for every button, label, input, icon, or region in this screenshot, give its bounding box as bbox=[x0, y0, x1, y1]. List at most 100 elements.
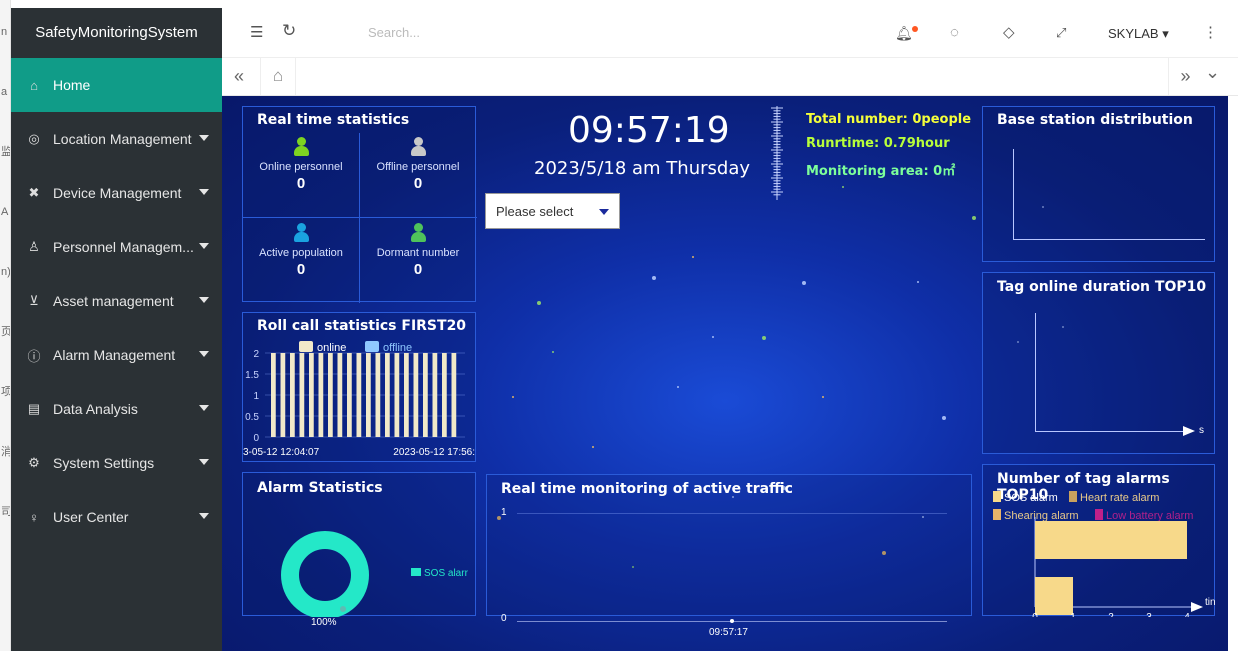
roll-y-tick: 1 bbox=[253, 391, 259, 402]
stat-value: 0 bbox=[413, 261, 423, 278]
real-time-statistics-panel: Real time statistics Online personnel 0 Of… bbox=[242, 106, 477, 303]
sidebar-item-label: User Center bbox=[53, 509, 129, 525]
menu-toggle-icon[interactable]: ☰ bbox=[250, 24, 263, 42]
tag-alarms-panel: Number of tag alarms TOP10 SOS alarm Hear… bbox=[982, 464, 1216, 617]
real-time-title: Real time statistics bbox=[257, 112, 410, 128]
stat-cell: Dormant number 0 bbox=[360, 223, 476, 278]
alarm-ring bbox=[281, 531, 369, 617]
sidebar-item-data-analysis[interactable]: ▤ Data Analysis bbox=[11, 382, 222, 436]
roll-bar bbox=[356, 353, 362, 437]
area-select[interactable]: Please select bbox=[485, 193, 620, 229]
stat-label: Dormant number bbox=[376, 247, 460, 259]
stat-value: 0 bbox=[296, 261, 306, 278]
select-caret-icon bbox=[599, 209, 609, 215]
brand-logo: SafetyMonitoringSystem bbox=[11, 8, 222, 58]
strip-char: 项 bbox=[1, 386, 11, 398]
alarm-x-tick: 1 bbox=[1070, 612, 1076, 617]
alarm-ring-chart bbox=[281, 531, 369, 617]
sidebar-item-asset-management[interactable]: ⊻ Asset management bbox=[11, 274, 222, 328]
decor-star bbox=[802, 281, 806, 285]
decor-star bbox=[822, 396, 824, 398]
decor-star bbox=[942, 416, 946, 420]
home-icon: ⌂ bbox=[30, 77, 38, 93]
base-x-axis bbox=[1013, 239, 1205, 240]
sidebar-item-label: Location Management bbox=[53, 131, 192, 147]
roll-call-panel: Roll call statistics FIRST20 online offl… bbox=[242, 312, 476, 462]
tab-dropdown-icon[interactable]: ⌄ bbox=[1205, 62, 1220, 83]
chevron-down-icon bbox=[199, 351, 209, 357]
tab-bar: « ⌂ » ⌄ bbox=[222, 58, 1238, 96]
runtime: Runrtime: 0.79hour bbox=[806, 136, 950, 151]
sidebar-item-user-center[interactable]: ♀ User Center bbox=[11, 490, 222, 544]
stat-label: Offline personnel bbox=[376, 161, 460, 173]
alarm-legend: SOS alarr bbox=[411, 568, 468, 579]
search-input[interactable]: Search... bbox=[368, 25, 420, 40]
tag-online-x-axis bbox=[1035, 431, 1185, 432]
sidebar-item-location-management[interactable]: ◎ Location Management bbox=[11, 112, 222, 166]
roll-bar bbox=[318, 353, 324, 437]
area-select-value: Please select bbox=[496, 204, 574, 219]
person-icon bbox=[294, 137, 309, 157]
roll-bar bbox=[347, 353, 352, 437]
stat-value: 0 bbox=[413, 175, 423, 192]
sidebar-item-label: Data Analysis bbox=[53, 401, 138, 417]
stat-value: 0 bbox=[296, 175, 306, 192]
more-icon[interactable]: ⋮ bbox=[1203, 24, 1218, 42]
roll-bar bbox=[337, 353, 343, 437]
decor-star bbox=[677, 386, 679, 388]
roll-bar bbox=[394, 353, 400, 437]
roll-bar bbox=[290, 353, 295, 437]
decor-star bbox=[552, 351, 554, 353]
tag-online-x-unit: s bbox=[1199, 425, 1204, 436]
home-tab[interactable]: ⌂ bbox=[260, 58, 296, 95]
location-icon: ◎ bbox=[28, 131, 40, 146]
decor-star bbox=[842, 186, 844, 188]
decor-star bbox=[512, 396, 514, 398]
decor-star bbox=[712, 336, 714, 338]
roll-bar bbox=[375, 353, 381, 437]
chevron-down-icon bbox=[199, 513, 209, 519]
dashboard: Real time statistics Online personnel 0 Of… bbox=[222, 96, 1228, 651]
alarm-x-tick: 3 bbox=[1146, 612, 1152, 617]
sidebar-item-personnel-managem[interactable]: ♙ Personnel Managem... bbox=[11, 220, 222, 274]
decor-star bbox=[692, 256, 694, 258]
roll-bar bbox=[309, 353, 314, 437]
sidebar-item-device-management[interactable]: ✖ Device Management bbox=[11, 166, 222, 220]
sidebar-item-alarm-management[interactable]: ⓘ Alarm Management bbox=[11, 328, 222, 382]
roll-bar bbox=[442, 353, 447, 437]
alarm-info-icon: ⓘ bbox=[27, 348, 41, 364]
refresh-icon[interactable]: ↻ bbox=[282, 22, 296, 40]
roll-bar bbox=[366, 353, 371, 437]
roll-y-tick: 2 bbox=[253, 349, 259, 360]
roll-bar bbox=[271, 353, 276, 437]
decor-star bbox=[537, 301, 541, 305]
chevron-down-icon bbox=[199, 135, 209, 141]
alarm-bar bbox=[1035, 577, 1073, 615]
tag-icon[interactable]: ◇ bbox=[1003, 24, 1015, 42]
home-tab-icon: ⌂ bbox=[272, 66, 284, 85]
alarm-x-tick: 4 bbox=[1184, 612, 1190, 617]
chevron-down-icon bbox=[199, 243, 209, 249]
theme-icon[interactable]: ◌ bbox=[950, 24, 959, 42]
sidebar-item-label: Device Management bbox=[53, 185, 182, 201]
tab-next-icon[interactable]: » bbox=[1168, 58, 1202, 95]
roll-y-tick: 0 bbox=[253, 433, 259, 444]
gear-icon: ⚙ bbox=[28, 455, 40, 470]
bell-icon[interactable]: 🔔︎ bbox=[895, 24, 913, 42]
sidebar-item-system-settings[interactable]: ⚙ System Settings bbox=[11, 436, 222, 490]
sidebar-item-home[interactable]: ⌂ Home bbox=[11, 58, 222, 112]
top-bar: ☰ ↻ Search... 🔔︎ ◌ ◇ ⤢ SKYLAB ▾ ⋮ bbox=[222, 8, 1238, 58]
tab-prev-icon[interactable]: « bbox=[234, 66, 244, 87]
clock-scale-ornament bbox=[771, 106, 783, 200]
user-menu[interactable]: SKYLAB ▾ bbox=[1108, 26, 1169, 42]
traffic-y-bottom: 0 bbox=[501, 613, 507, 624]
roll-bar bbox=[299, 353, 305, 437]
fullscreen-icon[interactable]: ⤢ bbox=[1056, 24, 1066, 42]
sidebar-item-label: Home bbox=[53, 77, 91, 93]
person-icon bbox=[294, 223, 309, 243]
decor-star bbox=[592, 446, 594, 448]
strip-char: a bbox=[1, 86, 8, 98]
decor-star bbox=[917, 281, 919, 283]
strip-char: n) bbox=[1, 266, 11, 278]
total-number: Total number: 0people bbox=[806, 112, 972, 127]
